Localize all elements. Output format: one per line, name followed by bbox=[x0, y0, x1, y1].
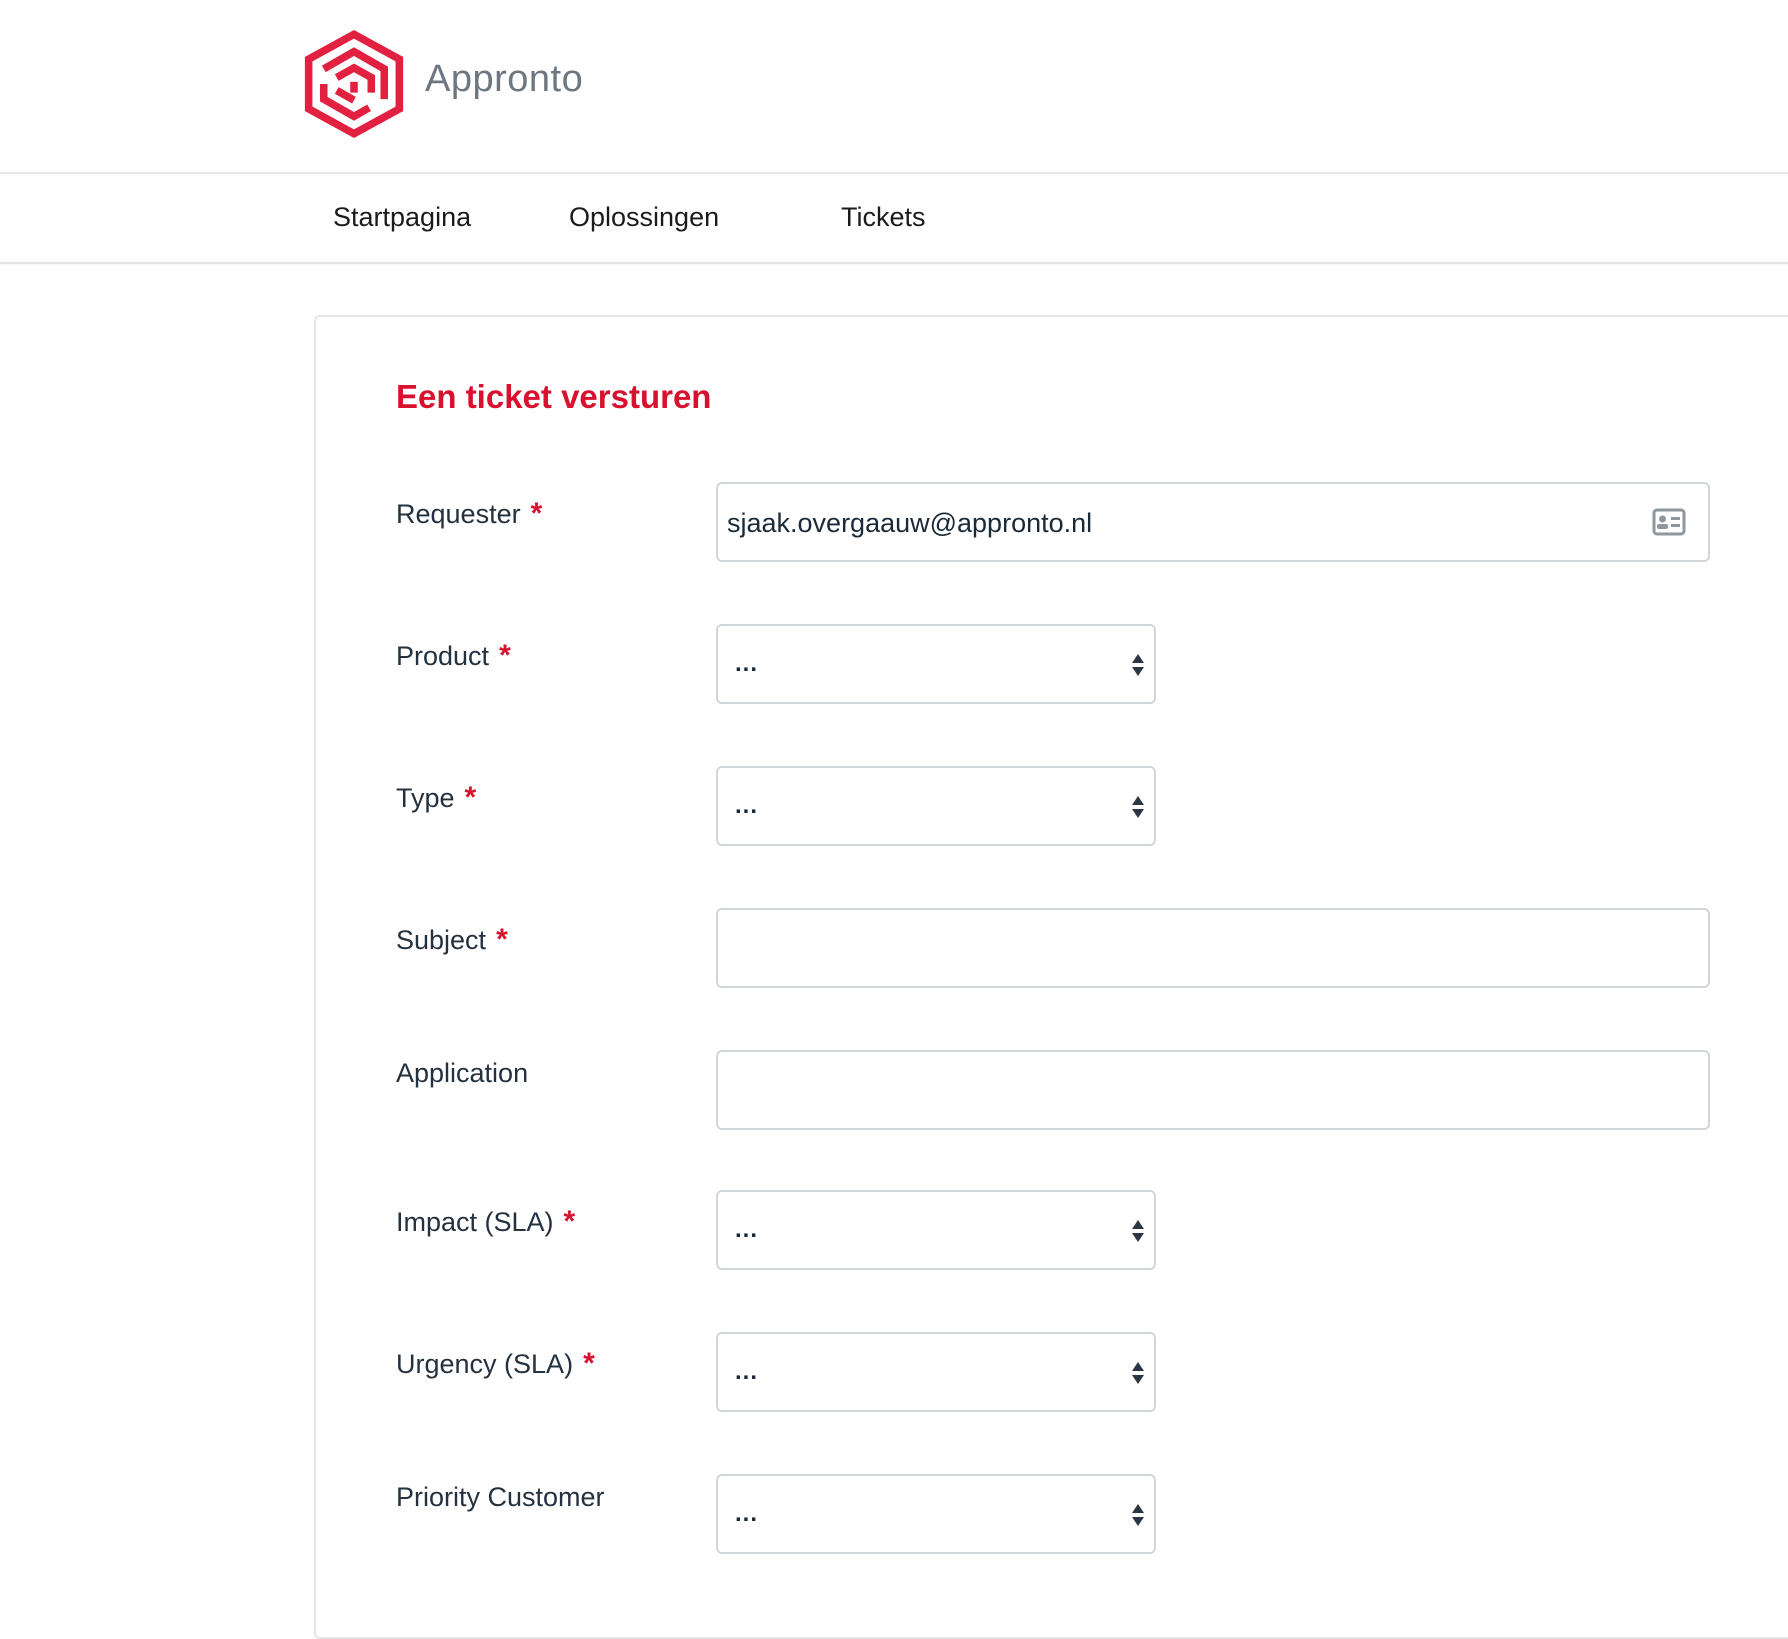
nav-item-tickets[interactable]: Tickets bbox=[841, 202, 926, 233]
select-arrows-icon bbox=[1132, 1362, 1144, 1384]
site-header: Appronto bbox=[0, 0, 1788, 174]
type-label-text: Type bbox=[396, 783, 455, 813]
priority-customer-select-value: ... bbox=[735, 1500, 759, 1527]
brand-name[interactable]: Appronto bbox=[425, 58, 583, 101]
priority-customer-label-text: Priority Customer bbox=[396, 1482, 605, 1512]
required-marker: * bbox=[530, 497, 543, 530]
requester-label-text: Requester bbox=[396, 499, 521, 529]
urgency-label-text: Urgency (SLA) bbox=[396, 1349, 574, 1379]
required-marker: * bbox=[583, 1347, 595, 1380]
requester-label: Requester * bbox=[396, 497, 542, 531]
priority-customer-label: Priority Customer bbox=[396, 1482, 605, 1513]
main-navigation: Startpagina Oplossingen Tickets bbox=[0, 174, 1788, 264]
application-input[interactable] bbox=[716, 1050, 1710, 1130]
subject-label-text: Subject bbox=[396, 925, 487, 955]
type-select[interactable]: ... bbox=[716, 766, 1156, 846]
select-arrows-icon bbox=[1132, 654, 1144, 676]
urgency-select-value: ... bbox=[735, 1358, 759, 1385]
type-label: Type * bbox=[396, 781, 476, 815]
product-label: Product * bbox=[396, 639, 511, 673]
required-marker: * bbox=[563, 1205, 576, 1238]
impact-select[interactable]: ... bbox=[716, 1190, 1156, 1270]
contact-card-icon[interactable] bbox=[1652, 508, 1686, 536]
product-select[interactable]: ... bbox=[716, 624, 1156, 704]
requester-value: sjaak.overgaauw@appronto.nl bbox=[727, 508, 1093, 538]
select-arrows-icon bbox=[1132, 1504, 1144, 1526]
nav-item-startpagina[interactable]: Startpagina bbox=[333, 202, 471, 233]
product-select-value: ... bbox=[735, 650, 759, 677]
application-label-text: Application bbox=[396, 1058, 529, 1088]
product-label-text: Product bbox=[396, 641, 490, 671]
impact-label-text: Impact (SLA) bbox=[396, 1207, 554, 1237]
subject-input[interactable] bbox=[716, 908, 1710, 988]
requester-input[interactable]: sjaak.overgaauw@appronto.nl bbox=[716, 482, 1710, 562]
required-marker: * bbox=[464, 781, 477, 814]
urgency-select[interactable]: ... bbox=[716, 1332, 1156, 1412]
select-arrows-icon bbox=[1132, 796, 1144, 818]
priority-customer-select[interactable]: ... bbox=[716, 1474, 1156, 1554]
form-title: Een ticket versturen bbox=[396, 378, 712, 415]
required-marker: * bbox=[496, 923, 508, 956]
type-select-value: ... bbox=[735, 792, 759, 819]
impact-select-value: ... bbox=[735, 1216, 759, 1243]
urgency-label: Urgency (SLA) * bbox=[396, 1347, 595, 1381]
impact-label: Impact (SLA) * bbox=[396, 1205, 575, 1239]
application-label: Application bbox=[396, 1058, 528, 1089]
required-marker: * bbox=[499, 639, 511, 672]
subject-label: Subject * bbox=[396, 923, 508, 957]
nav-item-oplossingen[interactable]: Oplossingen bbox=[569, 202, 719, 233]
appronto-logo-icon[interactable] bbox=[300, 30, 408, 138]
select-arrows-icon bbox=[1132, 1220, 1144, 1242]
